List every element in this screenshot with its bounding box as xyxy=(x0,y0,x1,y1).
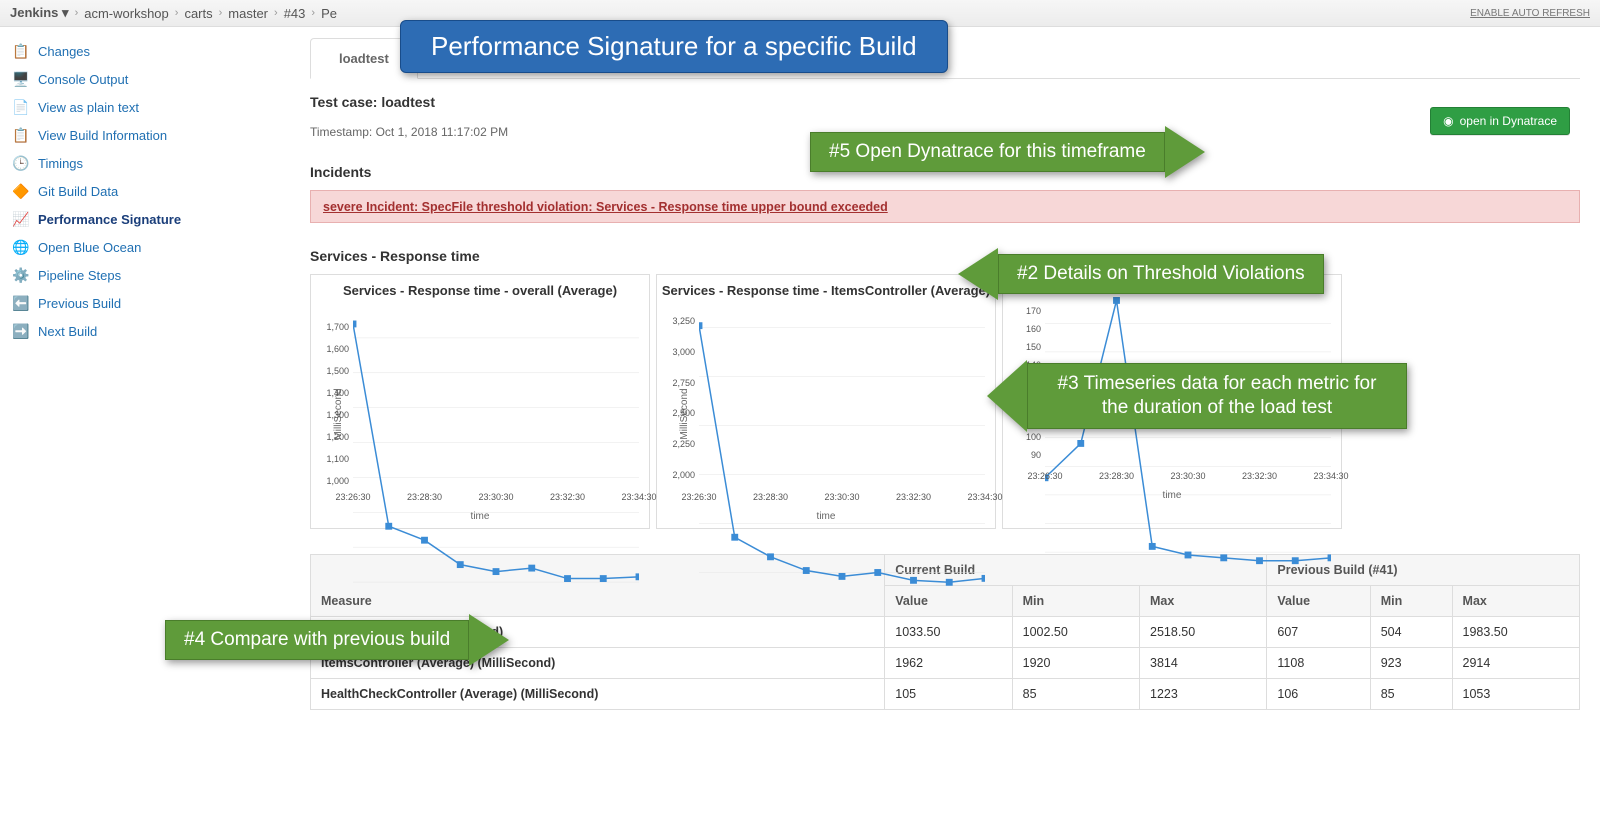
tabs: loadtest xyxy=(310,37,1580,79)
incident-link[interactable]: severe Incident: SpecFile threshold viol… xyxy=(323,200,888,214)
charts-row: Services - Response time - overall (Aver… xyxy=(310,274,1580,529)
enable-auto-refresh-link[interactable]: ENABLE AUTO REFRESH xyxy=(1470,8,1590,19)
main-content: loadtest Test case: loadtest Timestamp: … xyxy=(300,27,1600,750)
sidebar-item-label: Timings xyxy=(38,156,83,171)
x-axis-label: time xyxy=(1007,490,1337,501)
crumb-jenkins[interactable]: Jenkins ▾ xyxy=(10,5,69,21)
text-icon: 📄 xyxy=(12,98,30,116)
table-row: HealthCheckController (Average) (MilliSe… xyxy=(311,678,1580,709)
sidebar-item-label: Console Output xyxy=(38,72,128,87)
pipeline-icon: ⚙️ xyxy=(12,266,30,284)
incidents-heading: Incidents xyxy=(310,164,1580,180)
chart-title: Services - Response time - overall (Aver… xyxy=(315,283,645,300)
perf-icon: 📈 xyxy=(12,210,30,228)
sidebar-item-label: View as plain text xyxy=(38,100,139,115)
timings-icon: 🕒 xyxy=(12,154,30,172)
crumb-master[interactable]: master xyxy=(228,6,268,21)
charts-section-title: Services - Response time xyxy=(310,248,1580,264)
sidebar-item-label: Changes xyxy=(38,44,90,59)
sidebar-item-previous-build[interactable]: ⬅️ Previous Build xyxy=(0,289,300,317)
sidebar-item-open-blue-ocean[interactable]: 🌐 Open Blue Ocean xyxy=(0,233,300,261)
chart-2: MilliSecond 90100110120130140150160170 2… xyxy=(1002,274,1342,529)
chart-0: Services - Response time - overall (Aver… xyxy=(310,274,650,529)
sidebar-item-label: Previous Build xyxy=(38,296,121,311)
sidebar-item-label: Open Blue Ocean xyxy=(38,240,141,255)
sidebar-item-next-build[interactable]: ➡️ Next Build xyxy=(0,317,300,345)
breadcrumb-bar: Jenkins ▾ › acm-workshop › carts › maste… xyxy=(0,0,1600,27)
sidebar-item-view-build-information[interactable]: 📋 View Build Information xyxy=(0,121,300,149)
open-dynatrace-button[interactable]: ◉ open in Dynatrace xyxy=(1430,107,1570,135)
sidebar-item-pipeline-steps[interactable]: ⚙️ Pipeline Steps xyxy=(0,261,300,289)
chart-title: Services - Response time - ItemsControll… xyxy=(661,283,991,300)
info-icon: 📋 xyxy=(12,126,30,144)
timestamp: Timestamp: Oct 1, 2018 11:17:02 PM xyxy=(310,125,1580,139)
crumb-acm[interactable]: acm-workshop xyxy=(84,6,169,21)
changes-icon: 📋 xyxy=(12,42,30,60)
sidebar-item-label: Git Build Data xyxy=(38,184,118,199)
console-icon: 🖥️ xyxy=(12,70,30,88)
table-row: overall (Average) (MilliSecond) 1033.501… xyxy=(311,616,1580,647)
sidebar-item-timings[interactable]: 🕒 Timings xyxy=(0,149,300,177)
table-row: ItemsController (Average) (MilliSecond) … xyxy=(311,647,1580,678)
test-case-title: Test case: loadtest xyxy=(310,94,1580,110)
sidebar-item-changes[interactable]: 📋 Changes xyxy=(0,37,300,65)
sidebar-item-view-as-plain-text[interactable]: 📄 View as plain text xyxy=(0,93,300,121)
sidebar-item-performance-signature[interactable]: 📈 Performance Signature xyxy=(0,205,300,233)
sidebar-item-label: Next Build xyxy=(38,324,97,339)
sidebar: 📋 Changes 🖥️ Console Output 📄 View as plain t… xyxy=(0,27,300,750)
sidebar-item-label: Performance Signature xyxy=(38,212,181,227)
sidebar-item-git-build-data[interactable]: 🔶 Git Build Data xyxy=(0,177,300,205)
incident-banner: severe Incident: SpecFile threshold viol… xyxy=(310,190,1580,223)
sidebar-item-label: Pipeline Steps xyxy=(38,268,121,283)
x-axis-label: time xyxy=(315,511,645,522)
crumb-build[interactable]: #43 xyxy=(284,6,306,21)
dynatrace-icon: ◉ xyxy=(1443,114,1453,128)
crumb-pe[interactable]: Pe xyxy=(321,6,337,21)
crumb-carts[interactable]: carts xyxy=(184,6,212,21)
next-icon: ➡️ xyxy=(12,322,30,340)
breadcrumbs: Jenkins ▾ › acm-workshop › carts › maste… xyxy=(10,5,337,21)
x-axis-label: time xyxy=(661,511,991,522)
sidebar-item-console-output[interactable]: 🖥️ Console Output xyxy=(0,65,300,93)
chart-1: Services - Response time - ItemsControll… xyxy=(656,274,996,529)
blueocean-icon: 🌐 xyxy=(12,238,30,256)
git-icon: 🔶 xyxy=(12,182,30,200)
prev-icon: ⬅️ xyxy=(12,294,30,312)
tab-loadtest[interactable]: loadtest xyxy=(310,38,418,79)
sidebar-item-label: View Build Information xyxy=(38,128,167,143)
